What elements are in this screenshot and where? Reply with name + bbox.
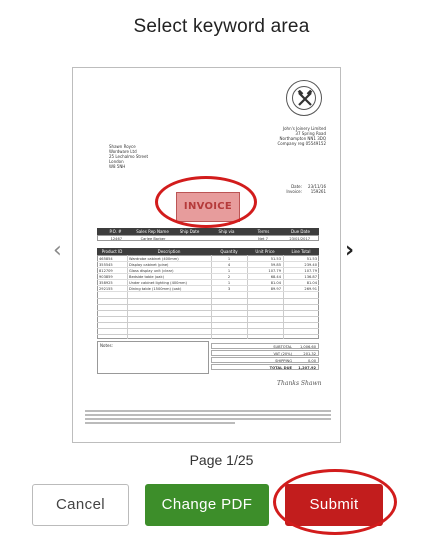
order-cell: Net 7 (258, 237, 268, 240)
order-col-header: Ship Date (179, 229, 200, 234)
order-col-header: P.O. # (109, 229, 122, 234)
items-col-header: Product ID (101, 249, 123, 254)
change-pdf-button[interactable]: Change PDF (145, 484, 269, 526)
recipient-line: W8 5NH (109, 164, 126, 169)
order-table-header: P.O. # Sales Rep Name Ship Date Ship via… (97, 228, 319, 235)
subtotal-row: SUBTOTAL 1,006.60 (211, 343, 319, 349)
quantity: 1 (227, 257, 231, 261)
terms-line (85, 410, 331, 412)
company-address-line: Company reg 05549152 (277, 141, 327, 146)
cancel-button[interactable]: Cancel (32, 484, 129, 526)
items-col-header: Description (157, 249, 181, 254)
order-cell: 23/01/2017 (289, 237, 311, 240)
company-logo (286, 80, 322, 116)
unit-price: 51.53 (270, 257, 281, 261)
order-col-header: Ship via (218, 229, 235, 234)
product-id: 358925 (99, 281, 113, 285)
total-due-row: TOTAL DUE 1,207.92 (211, 364, 319, 370)
product-id: 355545 (99, 263, 113, 267)
unit-price: 68.44 (270, 275, 281, 279)
unit-price: 89.97 (270, 287, 281, 291)
unit-price: 59.85 (270, 263, 281, 267)
line-total: 136.87 (304, 275, 317, 279)
total-value: 1,207.92 (298, 366, 316, 370)
table-row: 292155 Dining table (1500mm) (oak) 3 89.… (97, 286, 319, 292)
line-total: 81.04 (306, 281, 317, 285)
order-cell (208, 236, 245, 240)
quantity: 2 (227, 275, 231, 279)
chevron-right-icon[interactable]: › (345, 240, 354, 262)
vat-row: VAT (20%) 201.32 (211, 350, 319, 356)
order-cell: Carlee Barber (140, 237, 166, 240)
quantity: 1 (227, 269, 231, 273)
invoice-number-value: 159261 (310, 189, 326, 194)
highlight-ring-submit (273, 469, 397, 535)
page-indicator: Page 1/25 (189, 452, 254, 468)
order-cell (171, 236, 208, 240)
signature: Thanks Shawn (277, 380, 322, 387)
product-id: 465854 (99, 257, 113, 261)
terms-line (85, 422, 235, 424)
order-col-header: Due Date (291, 229, 310, 234)
items-col-header: Quantity (220, 249, 238, 254)
terms-line (85, 418, 331, 420)
shipping-row: SHIPPING 0.00 (211, 357, 319, 363)
description: Display cabinet (pine) (129, 263, 169, 267)
hammer-icon (297, 90, 313, 106)
order-table-row: 12467 Carlee Barber Net 7 23/01/2017 (97, 235, 319, 241)
line-total: 107.79 (304, 269, 317, 273)
description: Dining table (1500mm) (oak) (129, 287, 182, 291)
items-col-header: Unit Price (255, 249, 275, 254)
description: Bedside table (oak) (129, 275, 164, 279)
total-label: TOTAL DUE (269, 366, 292, 370)
description: Wardrobe cabinet (400mm) (129, 257, 179, 261)
line-total: 51.53 (306, 257, 317, 261)
line-total: 239.40 (304, 263, 317, 267)
chevron-left-icon[interactable]: ‹ (53, 240, 62, 262)
terms-line (85, 414, 331, 416)
unit-price: 107.79 (268, 269, 281, 273)
notes-box (97, 341, 209, 374)
pdf-page-preview[interactable]: John's Joinery Limited 37 Spring Road No… (72, 67, 341, 443)
product-id: 292155 (99, 287, 113, 291)
items-col-header: Line Total (291, 249, 311, 254)
product-id: 903859 (99, 275, 113, 279)
items-table-header: Product ID Description Quantity Unit Pri… (97, 248, 319, 255)
highlight-ring-keyword (155, 176, 257, 228)
order-col-header: Terms (257, 229, 270, 234)
quantity: 3 (227, 287, 231, 291)
description: Glass display unit (clear) (129, 269, 174, 273)
page-title: Select keyword area (133, 16, 310, 37)
quantity: 4 (227, 263, 231, 267)
notes-label: Notes: (100, 343, 113, 348)
product-id: 812709 (99, 269, 113, 273)
line-total: 269.91 (304, 287, 317, 291)
order-cell: 12467 (110, 237, 123, 240)
unit-price: 81.04 (270, 281, 281, 285)
invoice-number-label: Invoice: (286, 189, 302, 194)
order-col-header: Sales Rep Name (136, 229, 169, 234)
description: Under cabinet lighting (400mm) (129, 281, 187, 285)
quantity: 1 (227, 281, 231, 285)
